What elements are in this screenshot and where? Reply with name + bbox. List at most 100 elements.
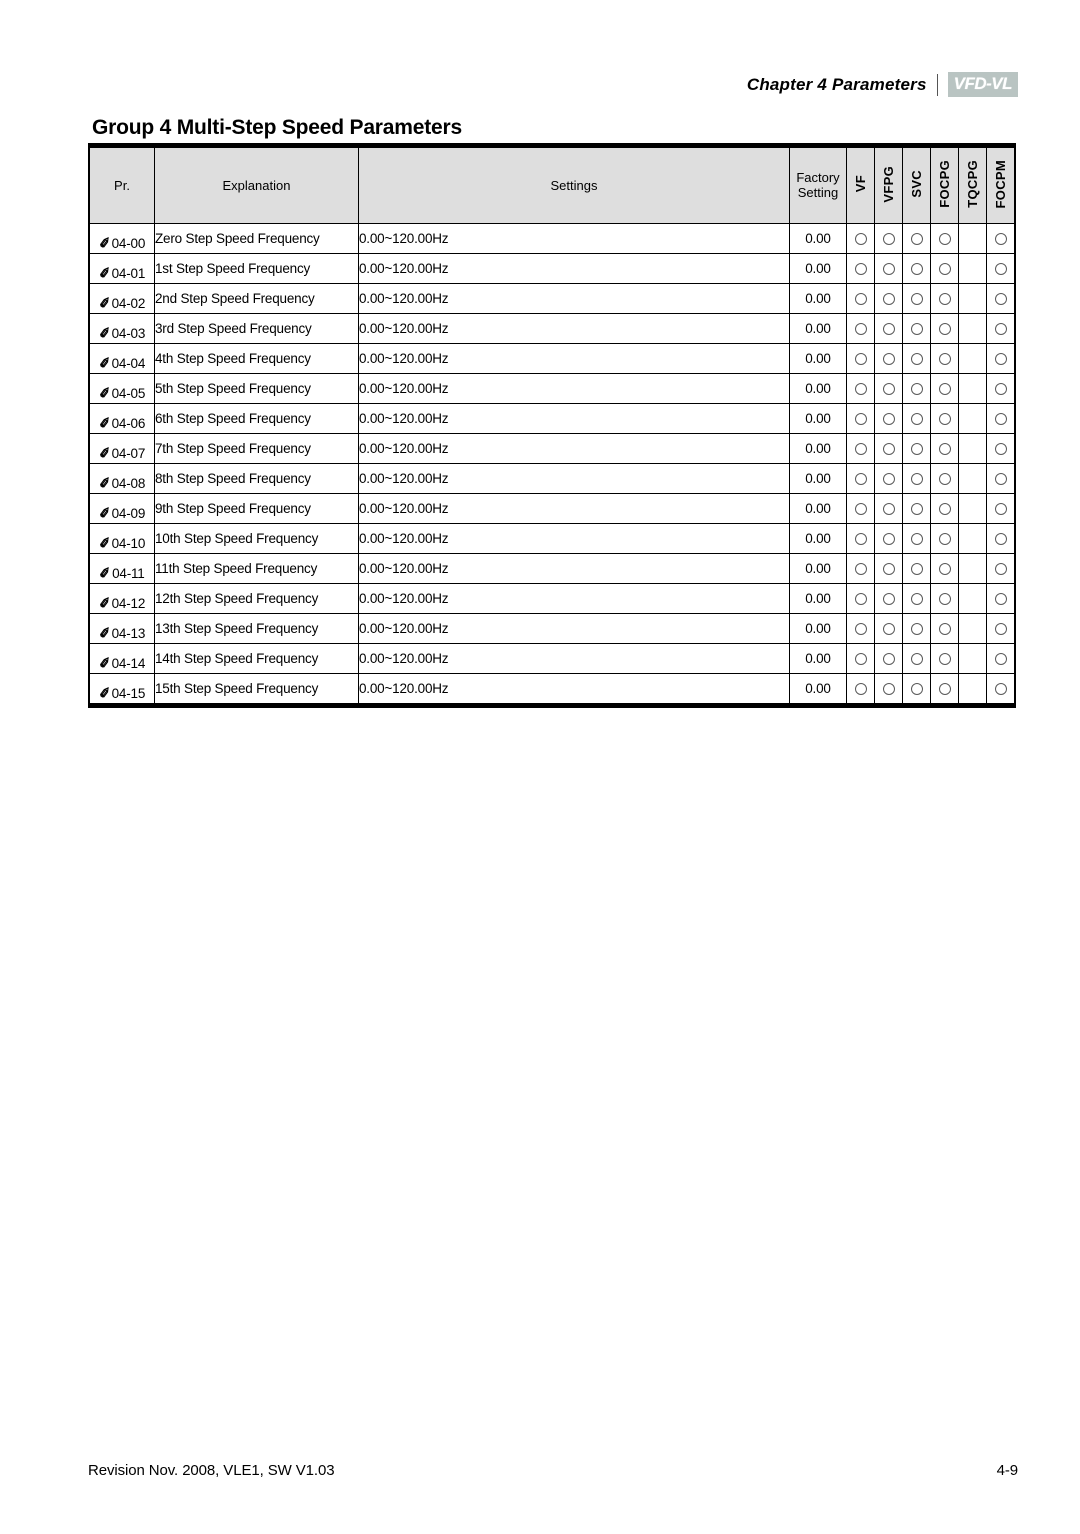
mode-support-focpg: [930, 493, 959, 524]
parameter-number: 04-02: [111, 296, 146, 311]
mode-support-focpm: [986, 643, 1016, 674]
mode-support-vf: [846, 643, 875, 674]
parameter-explanation: Zero Step Speed Frequency: [154, 223, 359, 254]
mode-support-vf: [846, 343, 875, 374]
mode-support-tqcpg: [958, 613, 987, 644]
parameter-number: 04-07: [111, 446, 146, 461]
parameter-number: 04-15: [111, 686, 146, 701]
mode-support-vfpg: [874, 673, 903, 706]
open-circle-icon: [882, 443, 895, 456]
parameter-explanation: 11th Step Speed Frequency: [154, 553, 359, 584]
mode-support-vfpg: [874, 463, 903, 494]
table-row: ✐ 04-05 5th Step Speed Frequency 0.00~120.0…: [88, 373, 1016, 404]
open-circle-icon: [882, 263, 895, 276]
factory-setting-line-1: Factory: [796, 169, 840, 185]
open-circle-icon: [910, 413, 923, 426]
mode-support-svc: [902, 463, 931, 494]
mode-support-tqcpg: [958, 313, 987, 344]
parameter-explanation: 5th Step Speed Frequency: [154, 373, 359, 404]
open-circle-icon: [854, 563, 867, 576]
column-header-mode-tqcpg-label: TQCPG: [965, 160, 980, 208]
table-row: ✐ 04-13 13th Step Speed Frequency 0.00~120.…: [88, 613, 1016, 644]
mode-support-focpg: [930, 283, 959, 314]
pencil-icon: ✐: [97, 654, 112, 672]
open-circle-icon: [882, 233, 895, 246]
pencil-icon: ✐: [97, 444, 112, 462]
parameter-number: 04-10: [111, 536, 146, 551]
column-header-mode-vf: VF: [846, 145, 875, 224]
table-row: ✐ 04-10 10th Step Speed Frequency 0.00~120.…: [88, 523, 1016, 554]
parameter-settings: 0.00~120.00Hz: [358, 223, 790, 254]
mode-support-focpg: [930, 433, 959, 464]
open-circle-icon: [994, 353, 1007, 366]
open-circle-icon: [994, 383, 1007, 396]
open-circle-icon: [938, 533, 951, 546]
open-circle-icon: [882, 383, 895, 396]
parameter-factory-setting: 0.00: [789, 643, 847, 674]
vertical-bar-icon: [936, 73, 938, 96]
factory-setting-line-2: Setting: [797, 184, 839, 200]
mode-support-vfpg: [874, 433, 903, 464]
open-circle-icon: [938, 353, 951, 366]
mode-support-svc: [902, 523, 931, 554]
column-header-mode-vfpg: VFPG: [874, 145, 903, 224]
parameter-number-cell: ✐ 04-01: [88, 253, 155, 284]
column-header-mode-focpm-label: FOCPM: [993, 159, 1008, 209]
mode-support-vf: [846, 673, 875, 706]
chapter-breadcrumb: Chapter 4 Parameters: [746, 74, 927, 94]
column-header-pr: Pr.: [88, 145, 155, 224]
mode-support-tqcpg: [958, 523, 987, 554]
parameter-factory-setting: 0.00: [789, 493, 847, 524]
parameter-table-container: Pr. Explanation Settings Factory Setting…: [88, 143, 1016, 708]
open-circle-icon: [854, 263, 867, 276]
open-circle-icon: [854, 413, 867, 426]
open-circle-icon: [854, 623, 867, 636]
open-circle-icon: [938, 623, 951, 636]
mode-support-tqcpg: [958, 373, 987, 404]
mode-support-vfpg: [874, 403, 903, 434]
open-circle-icon: [938, 653, 951, 666]
parameter-number: 04-13: [111, 626, 146, 641]
parameter-factory-setting: 0.00: [789, 613, 847, 644]
mode-support-vf: [846, 523, 875, 554]
mode-support-focpm: [986, 403, 1016, 434]
mode-support-focpm: [986, 283, 1016, 314]
pencil-icon: ✐: [97, 384, 112, 402]
open-circle-icon: [882, 503, 895, 516]
parameter-settings: 0.00~120.00Hz: [358, 463, 790, 494]
open-circle-icon: [910, 233, 923, 246]
pencil-icon: ✐: [97, 684, 112, 702]
parameter-explanation: 12th Step Speed Frequency: [154, 583, 359, 614]
open-circle-icon: [910, 293, 923, 306]
pencil-icon: ✐: [97, 504, 112, 522]
parameter-factory-setting: 0.00: [789, 313, 847, 344]
open-circle-icon: [938, 383, 951, 396]
mode-support-svc: [902, 433, 931, 464]
pencil-icon: ✐: [97, 354, 112, 372]
mode-support-tqcpg: [958, 463, 987, 494]
parameter-settings: 0.00~120.00Hz: [358, 253, 790, 284]
open-circle-icon: [910, 563, 923, 576]
parameter-factory-setting: 0.00: [789, 673, 847, 706]
open-circle-icon: [994, 293, 1007, 306]
parameter-explanation: 2nd Step Speed Frequency: [154, 283, 359, 314]
open-circle-icon: [938, 293, 951, 306]
mode-support-vf: [846, 223, 875, 254]
open-circle-icon: [994, 653, 1007, 666]
mode-support-tqcpg: [958, 223, 987, 254]
open-circle-icon: [938, 473, 951, 486]
parameter-factory-setting: 0.00: [789, 523, 847, 554]
mode-support-vf: [846, 403, 875, 434]
column-header-explanation: Explanation: [154, 145, 359, 224]
page-footer: Revision Nov. 2008, VLE1, SW V1.03 4-9: [88, 1462, 1018, 1479]
column-header-mode-focpg: FOCPG: [930, 145, 959, 224]
mode-support-vfpg: [874, 283, 903, 314]
parameter-settings: 0.00~120.00Hz: [358, 673, 790, 706]
open-circle-icon: [882, 563, 895, 576]
open-circle-icon: [910, 353, 923, 366]
parameter-factory-setting: 0.00: [789, 583, 847, 614]
parameter-number: 04-08: [111, 476, 146, 491]
parameter-number-cell: ✐ 04-03: [88, 313, 155, 344]
open-circle-icon: [994, 323, 1007, 336]
open-circle-icon: [938, 503, 951, 516]
